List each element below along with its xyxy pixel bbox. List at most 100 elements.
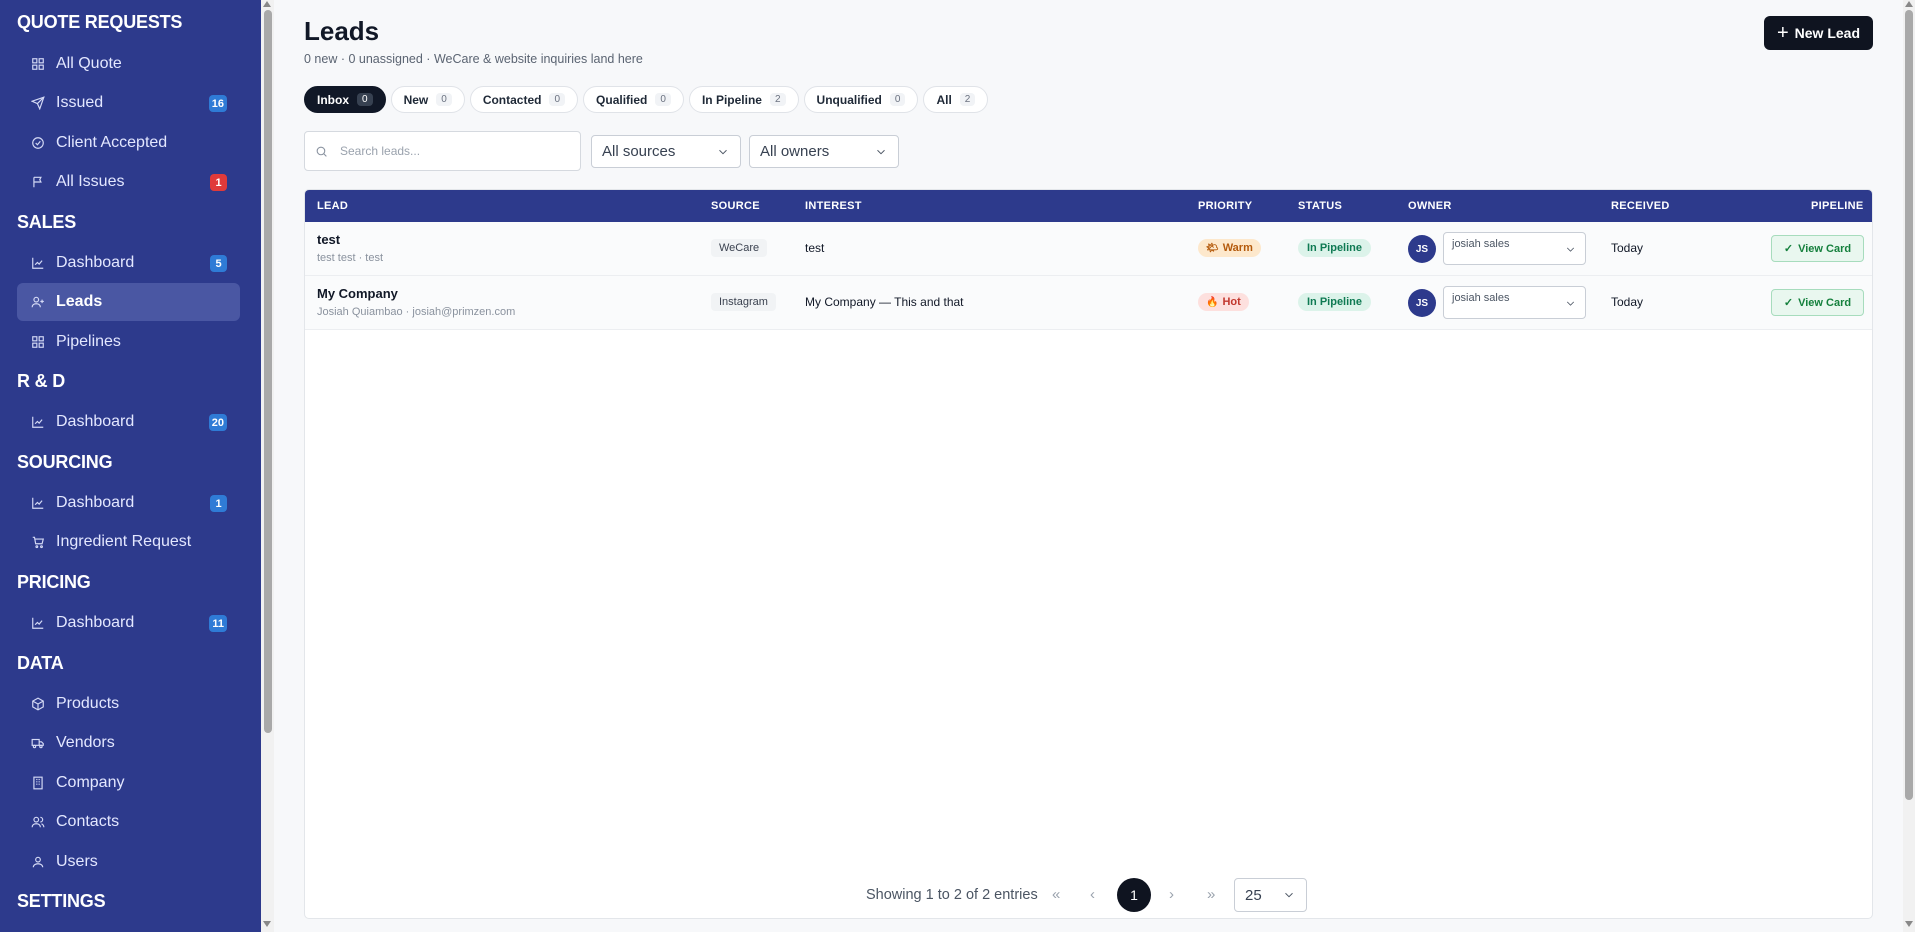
tab-new[interactable]: New 0 [390, 86, 465, 113]
scroll-up-arrow-icon[interactable] [263, 1, 271, 7]
sidebar-item-client-accepted[interactable]: Client Accepted [17, 124, 240, 162]
building-icon [31, 776, 45, 790]
scroll-down-arrow-icon[interactable] [263, 921, 271, 927]
lead-interest: My Company — This and that [805, 295, 964, 309]
sidebar-item-ingredient-request[interactable]: Ingredient Request [17, 523, 240, 561]
sidebar-item-rnd-dashboard[interactable]: Dashboard 20 [17, 403, 240, 441]
column-header-source[interactable]: SOURCE [711, 200, 760, 212]
priority-label: Hot [1222, 296, 1241, 308]
status-badge: In Pipeline [1298, 239, 1372, 257]
lead-contact: test test · test [317, 252, 384, 264]
column-header-owner[interactable]: OWNER [1408, 200, 1452, 212]
owner-filter-select[interactable]: All owners [749, 135, 899, 168]
priority-badge: 🔥 Hot [1198, 293, 1249, 311]
sidebar-item-products[interactable]: Products [17, 685, 240, 723]
prev-page-button[interactable]: ‹ [1090, 886, 1095, 903]
column-header-priority[interactable]: PRIORITY [1198, 200, 1252, 212]
scroll-up-arrow-icon[interactable] [1905, 1, 1913, 7]
sidebar-item-label: Contacts [56, 813, 120, 830]
tab-label: In Pipeline [701, 92, 762, 107]
tab-inbox[interactable]: Inbox 0 [304, 86, 386, 113]
sidebar-item-label: Issued [56, 94, 104, 111]
search-input[interactable] [340, 144, 560, 158]
tab-label: Qualified [596, 92, 648, 107]
owner-select[interactable]: josiah sales [1443, 232, 1586, 265]
sidebar-item-label: Products [56, 695, 120, 712]
tab-in-pipeline[interactable]: In Pipeline 2 [688, 86, 799, 113]
column-header-received[interactable]: RECEIVED [1611, 200, 1670, 212]
sidebar-item-pipelines[interactable]: Pipelines [17, 323, 240, 361]
page-size-select[interactable]: 25 [1234, 878, 1307, 912]
column-header-lead[interactable]: LEAD [317, 200, 348, 212]
tab-count: 2 [769, 93, 786, 106]
sidebar-item-label: Client Accepted [56, 134, 168, 151]
sidebar-item-sourcing-dashboard[interactable]: Dashboard 1 [17, 484, 240, 522]
sidebar-item-label: Company [56, 774, 125, 791]
table-header: LEAD SOURCE INTEREST PRIORITY STATUS OWN… [305, 190, 1872, 222]
lead-interest: test [805, 241, 825, 255]
view-card-button[interactable]: ✓ View Card [1771, 289, 1864, 316]
pagination: Showing 1 to 2 of 2 entries « ‹ 1 › » 25 [305, 878, 1872, 912]
column-header-status[interactable]: STATUS [1298, 200, 1342, 212]
grid-icon [31, 57, 45, 71]
sidebar-item-label: Dashboard [56, 254, 135, 271]
view-card-button[interactable]: ✓ View Card [1771, 235, 1864, 262]
sidebar-item-sales-dashboard[interactable]: Dashboard 5 [17, 244, 240, 282]
page-subtitle: 0 new · 0 unassigned · WeCare & website … [304, 52, 643, 66]
source-chip: WeCare [711, 239, 768, 257]
page-title: Leads [304, 16, 380, 46]
section-data: DATA [17, 653, 64, 673]
avatar: JS [1408, 235, 1436, 263]
owner-value: josiah sales [1452, 292, 1510, 304]
section-quote-requests: QUOTE REQUESTS [17, 12, 183, 32]
search-box [304, 131, 581, 171]
sidebar-item-leads[interactable]: Leads [17, 283, 240, 321]
tab-label: Inbox [317, 92, 349, 107]
sidebar-item-label: Leads [56, 293, 103, 310]
column-header-interest[interactable]: INTEREST [805, 200, 862, 212]
priority-icon: 🌤 [1206, 242, 1219, 254]
tab-count: 0 [357, 93, 373, 106]
last-page-button[interactable]: » [1207, 886, 1215, 903]
tab-unqualified[interactable]: Unqualified 0 [803, 86, 919, 113]
avatar: JS [1408, 289, 1436, 317]
sidebar-item-issued[interactable]: Issued 16 [17, 84, 240, 122]
main-content: Leads 0 new · 0 unassigned · WeCare & we… [274, 0, 1904, 932]
tab-count: 2 [959, 93, 976, 106]
sidebar-item-all-quote[interactable]: All Quote [17, 45, 240, 83]
lead-name[interactable]: test [317, 232, 340, 247]
main-scrollbar-thumb[interactable] [1905, 10, 1913, 800]
sidebar-item-users[interactable]: Users [17, 843, 240, 881]
sidebar-scrollbar-thumb[interactable] [264, 10, 272, 733]
chart-icon [31, 616, 45, 630]
new-lead-button[interactable]: + New Lead [1764, 16, 1873, 50]
table-row[interactable]: My Company Josiah Quiambao · josiah@prim… [305, 276, 1872, 330]
owner-select[interactable]: josiah sales [1443, 286, 1586, 319]
count-badge: 1 [210, 495, 227, 512]
tab-contacted[interactable]: Contacted 0 [469, 86, 579, 113]
sidebar-item-contacts[interactable]: Contacts [17, 803, 240, 841]
column-header-pipeline[interactable]: PIPELINE [1811, 200, 1864, 212]
scroll-down-arrow-icon[interactable] [1905, 921, 1913, 927]
priority-icon: 🔥 [1206, 296, 1219, 308]
chevron-down-icon [1566, 301, 1575, 306]
table-row[interactable]: test test test · test WeCare test 🌤 Warm … [305, 222, 1872, 276]
next-page-button[interactable]: › [1169, 886, 1174, 903]
chevron-down-icon [719, 149, 727, 154]
lead-name[interactable]: My Company [317, 286, 398, 301]
current-page-button[interactable]: 1 [1117, 878, 1151, 912]
first-page-button[interactable]: « [1052, 886, 1060, 903]
tab-all[interactable]: All 2 [923, 86, 989, 113]
sidebar-item-vendors[interactable]: Vendors [17, 724, 240, 762]
page-size-value: 25 [1245, 886, 1262, 904]
tab-qualified[interactable]: Qualified 0 [583, 86, 684, 113]
sidebar-item-label: Vendors [56, 734, 115, 751]
check-circle-icon [31, 136, 45, 150]
chevron-down-icon [1566, 247, 1575, 252]
sidebar-item-pricing-dashboard[interactable]: Dashboard 11 [17, 604, 240, 642]
cart-icon [31, 535, 45, 549]
sidebar-item-all-issues[interactable]: All Issues 1 [17, 163, 240, 201]
source-filter-select[interactable]: All sources [591, 135, 741, 168]
sidebar-item-company[interactable]: Company [17, 764, 240, 802]
tab-label: Contacted [482, 92, 542, 107]
